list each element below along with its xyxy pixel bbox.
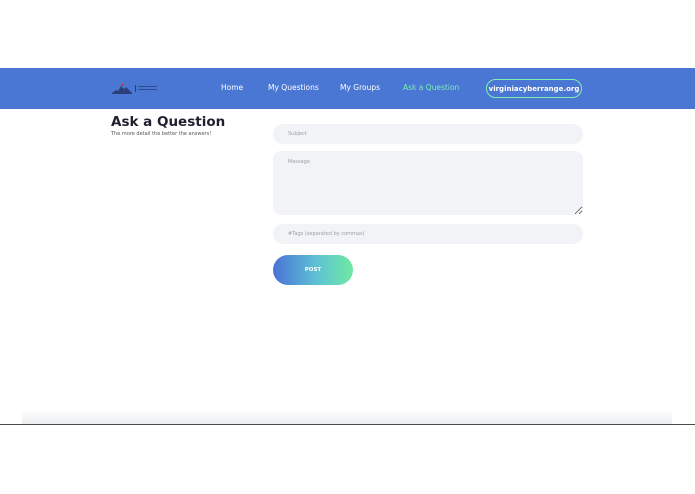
footer-divider	[0, 424, 695, 425]
nav-ask-question[interactable]: Ask a Question	[403, 83, 459, 92]
top-navbar: Home My Questions My Groups Ask a Questi…	[0, 68, 695, 109]
footer-shadow	[22, 410, 672, 424]
message-textarea[interactable]	[273, 151, 583, 215]
site-logo[interactable]	[112, 81, 160, 95]
nav-home[interactable]: Home	[221, 83, 243, 92]
logo-icon	[112, 83, 132, 94]
logo-wordmark	[135, 84, 157, 92]
page: Home My Questions My Groups Ask a Questi…	[0, 0, 695, 494]
tags-input[interactable]	[273, 224, 583, 244]
page-subtitle: The more detail the better the answers!	[111, 131, 212, 137]
nav-my-groups[interactable]: My Groups	[340, 83, 380, 92]
subject-input[interactable]	[273, 124, 583, 144]
site-link-button[interactable]: virginiacyberrange.org	[486, 79, 582, 98]
post-button[interactable]: POST	[273, 255, 353, 285]
page-title: Ask a Question	[111, 114, 226, 130]
nav-my-questions[interactable]: My Questions	[268, 83, 319, 92]
